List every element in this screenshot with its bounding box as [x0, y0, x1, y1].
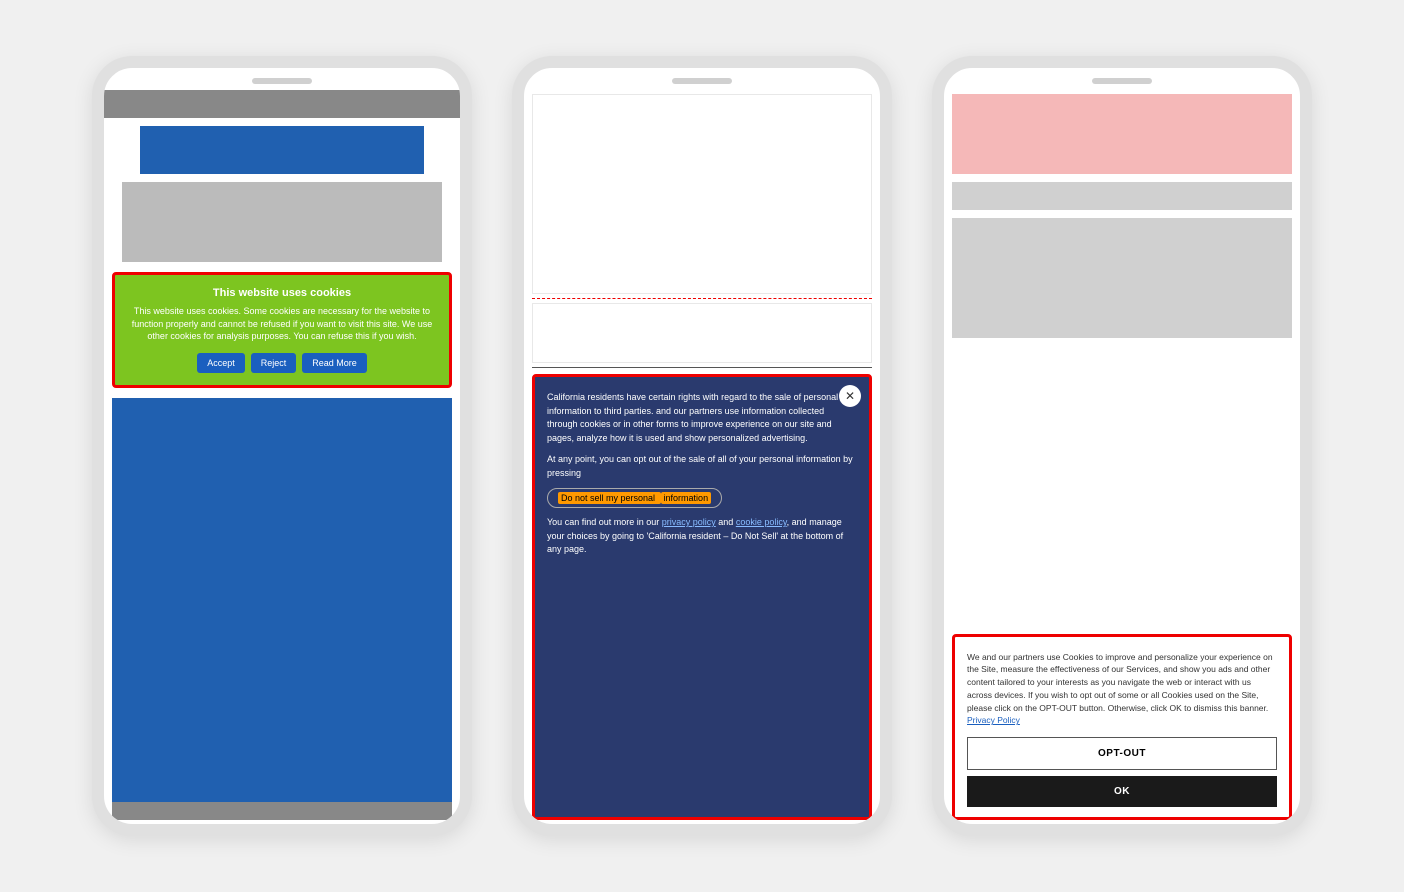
- do-not-sell-label: Do not sell my personal: [558, 492, 661, 504]
- cookie-banner-1-body: This website uses cookies. Some cookies …: [125, 305, 439, 343]
- phone-1-screen: This website uses cookies This website u…: [104, 90, 460, 824]
- cookie-banner-2: ✕ California residents have certain righ…: [532, 374, 872, 820]
- phone2-divider-dark: [532, 367, 872, 368]
- phone2-white-block: [532, 94, 872, 294]
- phone2-divider-red: [532, 298, 872, 299]
- phone1-bottom-gray: [112, 802, 452, 820]
- accept-button[interactable]: Accept: [197, 353, 245, 373]
- ok-button[interactable]: OK: [967, 776, 1277, 807]
- phone-1-content: This website uses cookies This website u…: [104, 90, 460, 824]
- cookie-banner-3: We and our partners use Cookies to impro…: [952, 634, 1292, 821]
- phone1-blue-bar: [140, 126, 425, 174]
- phone-2-screen: ✕ California residents have certain righ…: [524, 90, 880, 824]
- phone-2: ✕ California residents have certain righ…: [512, 56, 892, 836]
- phone3-spacer: [944, 342, 1300, 630]
- privacy-policy-link[interactable]: privacy policy: [662, 517, 716, 527]
- phone-showcase: This website uses cookies This website u…: [92, 56, 1312, 836]
- phone3-gray-block-2: [952, 218, 1292, 338]
- cookie-buttons-1: Accept Reject Read More: [125, 353, 439, 373]
- phone-2-content: ✕ California residents have certain righ…: [524, 90, 880, 824]
- do-not-sell-button[interactable]: Do not sell my personal information: [547, 488, 722, 508]
- cookie-policy-link[interactable]: cookie policy: [736, 517, 787, 527]
- cookie-banner-2-footer: You can find out more in our privacy pol…: [547, 516, 857, 557]
- highlighted-info: information: [661, 492, 712, 504]
- phone2-white-block2: [532, 303, 872, 363]
- phone-3: We and our partners use Cookies to impro…: [932, 56, 1312, 836]
- cookie-banner-2-para2: At any point, you can opt out of the sal…: [547, 453, 857, 480]
- phone1-gray-block: [122, 182, 442, 262]
- cookie-banner-1-title: This website uses cookies: [125, 287, 439, 299]
- phone1-gray-bar: [104, 90, 460, 118]
- phone-3-screen: We and our partners use Cookies to impro…: [944, 90, 1300, 824]
- phone1-bottom-blue: [112, 398, 452, 802]
- cookie-banner-1: This website uses cookies This website u…: [112, 272, 452, 388]
- phone3-pink-block: [952, 94, 1292, 174]
- privacy-policy-link-3[interactable]: Privacy Policy: [967, 715, 1020, 725]
- phone3-gray-block-1: [952, 182, 1292, 210]
- cookie-banner-2-para1: California residents have certain rights…: [547, 391, 857, 445]
- cookie-banner-3-body: We and our partners use Cookies to impro…: [967, 651, 1277, 728]
- phone-3-content: We and our partners use Cookies to impro…: [944, 90, 1300, 824]
- read-more-button[interactable]: Read More: [302, 353, 367, 373]
- close-button[interactable]: ✕: [839, 385, 861, 407]
- reject-button[interactable]: Reject: [251, 353, 297, 373]
- phone-1: This website uses cookies This website u…: [92, 56, 472, 836]
- opt-out-button[interactable]: OPT-OUT: [967, 737, 1277, 770]
